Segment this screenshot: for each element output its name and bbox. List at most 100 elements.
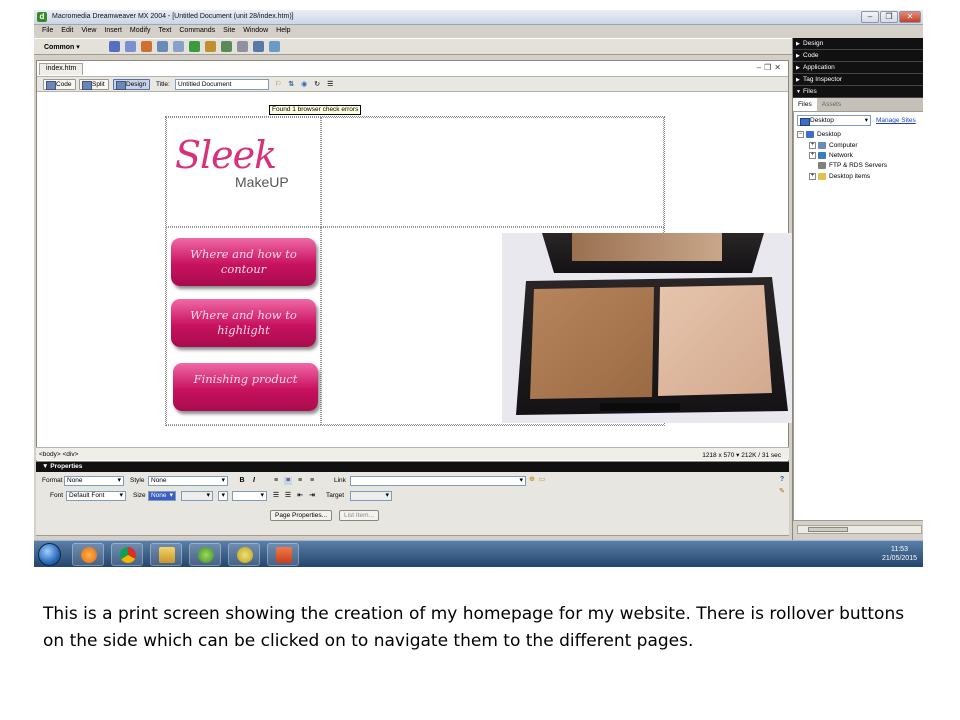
text-color-picker[interactable]: [218, 491, 228, 501]
templates-icon[interactable]: [253, 41, 264, 52]
format-select[interactable]: None: [64, 476, 124, 486]
quick-tag-editor-icon[interactable]: ✎: [778, 488, 786, 496]
site-select[interactable]: Desktop: [797, 115, 871, 126]
expand-toggle-icon[interactable]: +: [809, 173, 816, 180]
outdent-icon[interactable]: ⇤: [296, 492, 304, 500]
font-select[interactable]: Default Font: [66, 491, 126, 501]
point-to-file-icon[interactable]: ⊕: [528, 476, 536, 484]
menu-window[interactable]: Window: [239, 25, 272, 38]
menu-file[interactable]: File: [38, 25, 57, 38]
layer-icon[interactable]: [173, 41, 184, 52]
align-left-icon[interactable]: ≡: [272, 477, 280, 485]
menu-modify[interactable]: Modify: [126, 25, 155, 38]
taskbar-dreamweaver[interactable]: [189, 543, 221, 566]
tree-item-computer[interactable]: + Computer: [809, 142, 858, 149]
minimize-button[interactable]: –: [861, 11, 879, 23]
manage-sites-link[interactable]: Manage Sites: [876, 117, 916, 124]
properties-panel-header[interactable]: ▼ Properties: [36, 462, 789, 472]
media-icon[interactable]: [205, 41, 216, 52]
hyperlink-icon[interactable]: [109, 41, 120, 52]
text-color-input[interactable]: [232, 491, 267, 501]
tab-files[interactable]: Files: [793, 98, 817, 111]
title-label: Title:: [156, 81, 170, 88]
menu-text[interactable]: Text: [155, 25, 176, 38]
scrollbar-thumb[interactable]: [808, 527, 848, 532]
justify-icon[interactable]: ≡: [308, 477, 316, 485]
files-panel: Desktop Manage Sites −Desktop +Computer …: [793, 111, 923, 534]
menu-help[interactable]: Help: [272, 25, 294, 38]
unordered-list-icon[interactable]: ☰: [272, 492, 280, 500]
tag-selector[interactable]: <body> <div>: [39, 451, 78, 458]
help-icon[interactable]: ?: [778, 476, 786, 484]
taskbar-media-player[interactable]: [72, 543, 104, 566]
contour-rollover-button[interactable]: Where and how to contour: [171, 238, 316, 286]
start-button[interactable]: [38, 543, 61, 566]
collapse-toggle-icon[interactable]: −: [797, 131, 804, 138]
clock-date: 21/05/2015: [881, 555, 917, 562]
target-select[interactable]: [350, 491, 392, 501]
document-tab[interactable]: index.htm: [39, 63, 84, 75]
menu-view[interactable]: View: [77, 25, 100, 38]
contour-palette-photo: [502, 233, 798, 423]
system-clock[interactable]: 11:53 21/05/2015: [882, 545, 917, 563]
code-view-button[interactable]: Code: [43, 79, 76, 90]
tab-assets[interactable]: Assets: [817, 98, 847, 111]
taskbar-fireworks[interactable]: [228, 543, 260, 566]
taskbar-explorer[interactable]: [150, 543, 182, 566]
tree-item-network[interactable]: + Network: [809, 152, 853, 159]
document-window-controls[interactable]: –❐✕: [757, 63, 784, 72]
expand-toggle-icon[interactable]: +: [809, 142, 816, 149]
email-link-icon[interactable]: [125, 41, 136, 52]
bold-button[interactable]: B: [238, 477, 246, 485]
close-button[interactable]: ✕: [899, 11, 921, 23]
files-horizontal-scrollbar[interactable]: [797, 525, 922, 534]
expand-toggle-icon[interactable]: +: [809, 152, 816, 159]
file-management-icon[interactable]: ⇅: [288, 80, 294, 88]
page-properties-button[interactable]: Page Properties...: [270, 510, 333, 521]
tree-item-ftp-rds[interactable]: FTP & RDS Servers: [818, 162, 887, 169]
panel-code-header[interactable]: Code: [793, 50, 923, 62]
size-select[interactable]: None: [148, 491, 176, 501]
date-icon[interactable]: [221, 41, 232, 52]
panel-files-header[interactable]: Files: [793, 86, 923, 98]
tag-chooser-icon[interactable]: [269, 41, 280, 52]
document-toolbar-icons: ⚐ ⇅ ◉ ↻ ☰: [275, 80, 333, 88]
table-icon[interactable]: [157, 41, 168, 52]
tree-item-desktop[interactable]: − Desktop: [797, 131, 841, 138]
panel-application-header[interactable]: Application: [793, 62, 923, 74]
indent-icon[interactable]: ⇥: [308, 492, 316, 500]
insert-category-select[interactable]: Common ▾: [44, 43, 80, 51]
taskbar-powerpoint[interactable]: [267, 543, 299, 566]
align-right-icon[interactable]: ≡: [296, 477, 304, 485]
align-center-icon[interactable]: ≡: [284, 477, 292, 485]
document-title-input[interactable]: [175, 79, 269, 90]
link-input[interactable]: [350, 476, 526, 486]
menu-site[interactable]: Site: [219, 25, 239, 38]
named-anchor-icon[interactable]: [141, 41, 152, 52]
style-select[interactable]: None: [148, 476, 228, 486]
maximize-button[interactable]: ❐: [880, 11, 898, 23]
comment-icon[interactable]: [237, 41, 248, 52]
menu-insert[interactable]: Insert: [100, 25, 126, 38]
taskbar-chrome[interactable]: [111, 543, 143, 566]
logo-cell: Sleek MakeUP: [166, 117, 321, 227]
browse-folder-icon[interactable]: ▭: [538, 476, 546, 484]
italic-button[interactable]: I: [250, 477, 258, 485]
split-view-button[interactable]: Split: [79, 79, 109, 90]
check-browser-icon[interactable]: ⚐: [275, 80, 281, 88]
panel-tag-inspector-header[interactable]: Tag Inspector: [793, 74, 923, 86]
refresh-icon[interactable]: ↻: [314, 80, 320, 88]
menu-edit[interactable]: Edit: [57, 25, 77, 38]
tree-item-desktop-items[interactable]: + Desktop items: [809, 173, 870, 180]
list-item-button[interactable]: List Item...: [339, 510, 379, 521]
view-options-icon[interactable]: ☰: [327, 80, 333, 88]
dreamweaver-app-icon: d: [37, 12, 47, 22]
preview-browser-icon[interactable]: ◉: [301, 80, 307, 88]
finishing-product-rollover-button[interactable]: Finishing product: [173, 363, 318, 411]
design-view-button[interactable]: Design: [113, 79, 151, 90]
highlight-rollover-button[interactable]: Where and how to highlight: [171, 299, 316, 347]
ordered-list-icon[interactable]: ☰: [284, 492, 292, 500]
image-icon[interactable]: [189, 41, 200, 52]
panel-design-header[interactable]: Design: [793, 38, 923, 50]
menu-commands[interactable]: Commands: [175, 25, 219, 38]
